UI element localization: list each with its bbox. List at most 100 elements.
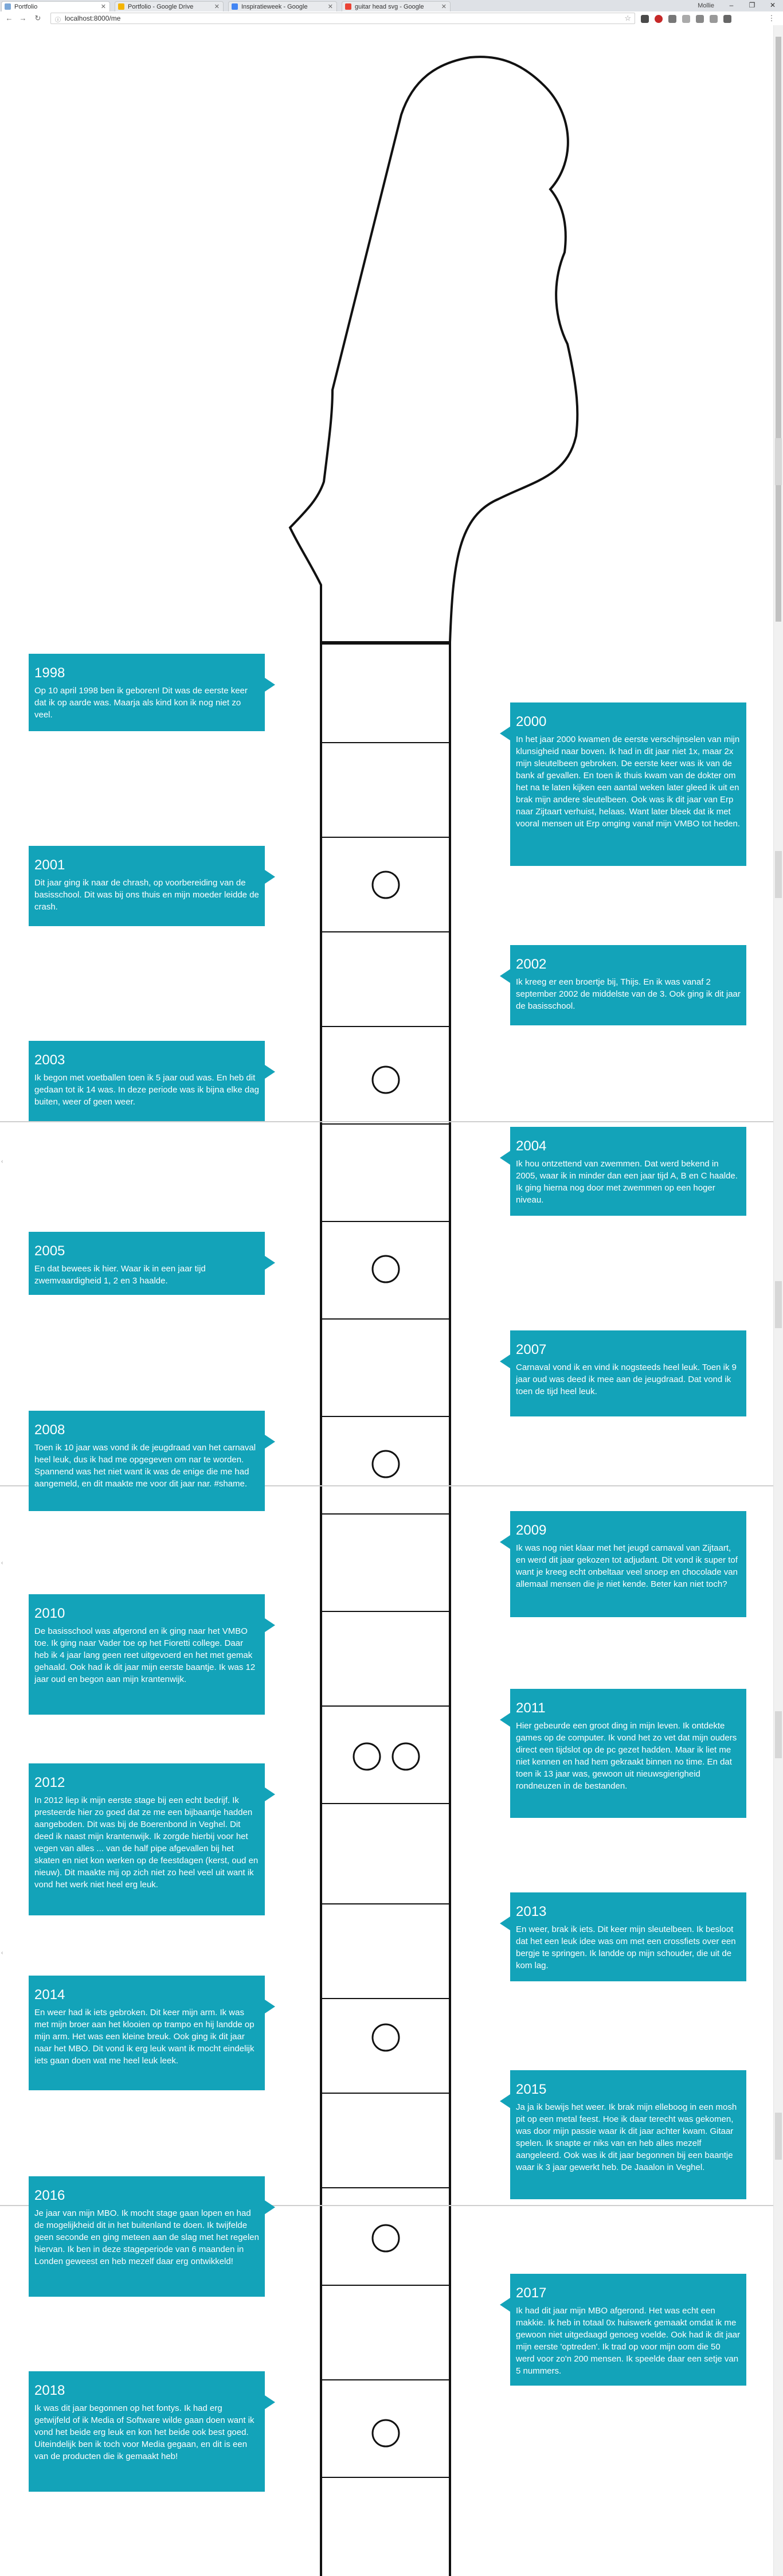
tab-strip: Portfolio ✕ Portfolio - Google Drive ✕ Ins… [0,0,783,11]
guitar-nut [321,641,450,645]
tab-title: Inspiratieweek - Google [241,3,308,10]
chevron-left-icon[interactable]: ‹ [1,1158,3,1165]
tab-portfolio[interactable]: Portfolio ✕ [1,1,110,11]
fret-inlay-dot [371,1065,400,1094]
timeline-card-2009: 2009 Ik was nog niet klaar met het jeugd … [500,1511,746,1617]
timeline-text: In het jaar 2000 kwamen de eerste versch… [516,735,741,829]
timeline-year: 2018 [34,2383,65,2398]
close-tab-icon[interactable]: ✕ [214,3,220,10]
timeline-text: Carnaval vond ik en vind ik nogsteeds he… [516,1363,737,1396]
timeline-text: De basisschool was afgerond en ik ging n… [34,1626,256,1684]
back-icon[interactable]: ← [5,14,14,23]
timeline-year: 2014 [34,1987,65,2003]
fret-inlay-dot [371,2224,400,2253]
extension-icon[interactable] [696,15,704,23]
timeline-year: 2004 [516,1138,547,1154]
window-controls: – ❐ ✕ [721,0,783,11]
timeline-text: Je jaar van mijn MBO. Ik mocht stage gaa… [34,2208,259,2266]
timeline-text: En weer had ik iets gebroken. Dit keer m… [34,2008,255,2066]
extension-icon[interactable] [655,15,663,23]
timeline-year: 2008 [34,1422,65,1438]
timeline-year: 2011 [516,1700,546,1716]
tab-inspiratieweek[interactable]: Inspiratieweek - Google ✕ [228,1,337,11]
reload-icon[interactable]: ↻ [33,14,42,23]
timeline-year: 2001 [34,857,65,873]
timeline-year: 2009 [516,1523,547,1538]
browser-toolbar: ← → ↻ ⓘ localhost:8000/me ☆ ⋮ [0,11,783,25]
timeline-card-2005: 2005 En dat bewees ik hier. Waar ik in ee… [29,1232,275,1295]
browser-chrome: Portfolio ✕ Portfolio - Google Drive ✕ Ins… [0,0,783,25]
extension-icon[interactable] [641,15,649,23]
timeline-year: 2016 [34,2188,65,2203]
timeline-year: 2002 [516,957,547,972]
timeline-card-2004: 2004 Ik hou ontzettend van zwemmen. Dat w… [500,1127,746,1216]
close-tab-icon[interactable]: ✕ [441,3,447,10]
timeline-text: In 2012 liep ik mijn eerste stage bij ee… [34,1796,259,1890]
timeline-text: En dat bewees ik hier. Waar ik in een ja… [34,1264,206,1286]
profile-name[interactable]: Mollie [698,2,714,9]
timeline-card-2002: 2002 Ik kreeg er een broertje bij, Thijs.… [500,945,746,1025]
timeline-year: 2012 [34,1775,65,1790]
scrollbar-thumb[interactable] [776,37,781,622]
timeline-text: Op 10 april 1998 ben ik geboren! Dit was… [34,686,248,720]
maximize-icon[interactable]: ❐ [742,0,762,11]
extension-icon[interactable] [723,15,731,23]
timeline-card-2000: 2000 In het jaar 2000 kwamen de eerste ve… [500,702,746,866]
timeline-card-1998: 1998 Op 10 april 1998 ben ik geboren! Dit… [29,654,275,731]
timeline-card-2003: 2003 Ik begon met voetballen toen ik 5 ja… [29,1041,275,1121]
close-tab-icon[interactable]: ✕ [328,3,333,10]
fret-inlay-dot [371,1255,400,1283]
tab-guitar-head-search[interactable]: guitar head svg - Google ✕ [342,1,451,11]
close-window-icon[interactable]: ✕ [762,0,783,11]
scrollbar-marker [775,1711,782,1758]
info-icon[interactable]: ⓘ [55,15,61,24]
drive-icon [118,3,124,10]
tab-title: Portfolio [14,3,38,10]
close-tab-icon[interactable]: ✕ [101,3,106,10]
scrollbar-marker [775,851,782,898]
fret-inlay-dot [391,1742,420,1771]
page-scrollbar[interactable] [773,25,783,2576]
timeline-year: 2007 [516,1342,547,1357]
fret-inlay-dot [371,871,400,899]
guitar-headstock [288,56,579,643]
extension-icon[interactable] [668,15,676,23]
fret-inlay-dot [371,1450,400,1478]
timeline-text: Ik kreeg er een broertje bij, Thijs. En … [516,977,741,1011]
address-bar-url: localhost:8000/me [65,14,121,22]
extension-icon[interactable] [710,15,718,23]
forward-icon[interactable]: → [18,14,28,23]
chevron-left-icon[interactable]: ‹ [1,1560,3,1566]
section-divider [0,1121,773,1122]
minimize-icon[interactable]: – [721,0,742,11]
timeline-card-2010: 2010 De basisschool was afgerond en ik gi… [29,1594,275,1715]
timeline-text: Hier gebeurde een groot ding in mijn lev… [516,1721,737,1791]
timeline-card-2018: 2018 Ik was dit jaar begonnen op het font… [29,2371,275,2492]
scrollbar-marker [775,438,782,485]
timeline-card-2012: 2012 In 2012 liep ik mijn eerste stage bi… [29,1763,275,1915]
timeline-year: 2005 [34,1243,65,1259]
timeline-card-2011: 2011 Hier gebeurde een groot ding in mijn… [500,1689,746,1818]
fret-inlay-dot [371,2419,400,2448]
timeline-card-2014: 2014 En weer had ik iets gebroken. Dit ke… [29,1976,275,2090]
tab-title: Portfolio - Google Drive [128,3,194,10]
page-favicon-icon [5,3,11,10]
menu-icon[interactable]: ⋮ [767,14,776,23]
timeline-card-2013: 2013 En weer, brak ik iets. Dit keer mijn… [500,1892,746,1981]
timeline-year: 2013 [516,1904,547,1919]
timeline-text: Ik begon met voetballen toen ik 5 jaar o… [34,1073,259,1107]
timeline-year: 2000 [516,714,547,729]
timeline-year: 1998 [34,665,65,681]
fretboard-inlays [353,871,420,2448]
timeline-text: Toen ik 10 jaar was vond ik de jeugdraad… [34,1443,256,1489]
address-bar[interactable]: ⓘ localhost:8000/me ☆ [50,13,635,24]
timeline-year: 2015 [516,2082,547,2097]
chevron-left-icon[interactable]: ‹ [1,1950,3,1956]
bookmark-star-icon[interactable]: ☆ [624,14,631,23]
timeline-year: 2010 [34,1606,65,1621]
tab-title: guitar head svg - Google [355,3,424,10]
tab-google-drive[interactable]: Portfolio - Google Drive ✕ [115,1,224,11]
timeline-card-2015: 2015 Ja ja ik bewijs het weer. Ik brak mi… [500,2070,746,2199]
timeline-card-2017: 2017 Ik had dit jaar mijn MBO afgerond. H… [500,2274,746,2386]
extension-icon[interactable] [682,15,690,23]
